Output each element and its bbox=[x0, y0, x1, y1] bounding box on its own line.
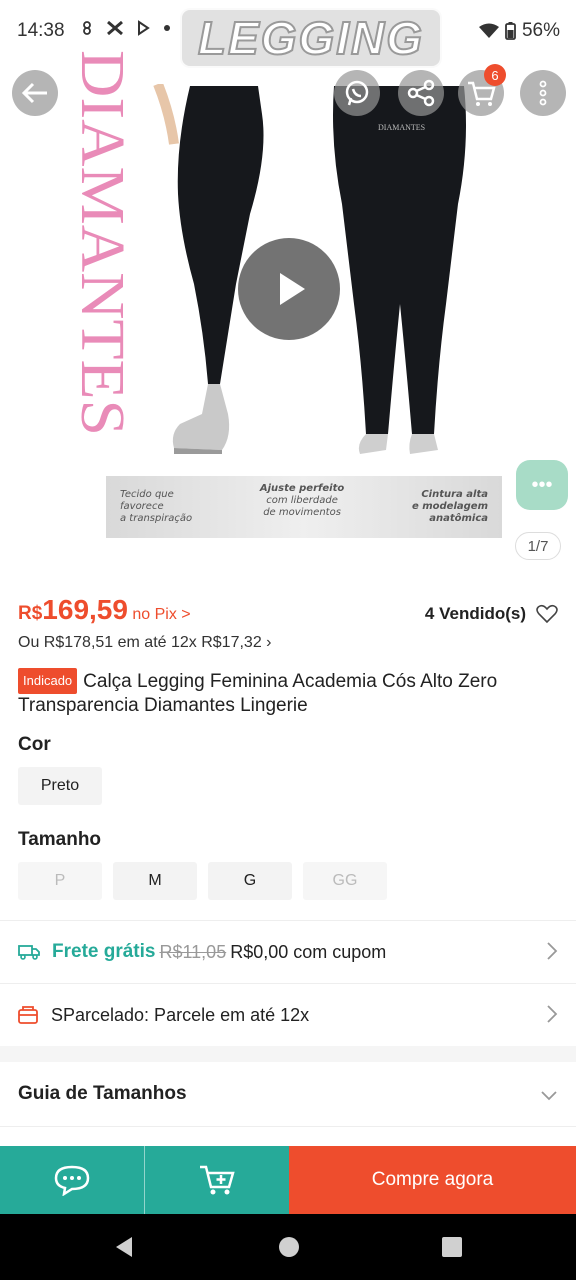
play-store-icon bbox=[138, 20, 150, 36]
sold-count: 4 Vendido(s) bbox=[425, 604, 558, 624]
color-option-preto[interactable]: Preto bbox=[18, 767, 102, 805]
free-shipping-label: Frete grátis bbox=[52, 941, 156, 962]
whatsapp-icon bbox=[345, 80, 369, 106]
battery-icon bbox=[505, 22, 516, 40]
chat-button[interactable] bbox=[0, 1146, 144, 1214]
add-cart-icon bbox=[200, 1165, 235, 1195]
more-vertical-icon bbox=[539, 80, 547, 106]
divider bbox=[0, 983, 576, 984]
back-arrow-icon bbox=[21, 82, 47, 104]
product-title-text: Calça Legging Feminina Academia Cós Alto… bbox=[18, 671, 498, 716]
nav-back-icon[interactable] bbox=[114, 1236, 134, 1258]
favorite-heart-icon[interactable] bbox=[536, 604, 558, 624]
app-notification-icon bbox=[107, 20, 123, 36]
divider bbox=[0, 920, 576, 921]
banner-right-line: anatômica bbox=[429, 513, 488, 524]
banner-right-line: Cintura alta bbox=[421, 489, 488, 500]
price-row: R$169,59 no Pix > 4 Vendido(s) bbox=[18, 594, 558, 630]
cart-count-badge: 6 bbox=[484, 64, 506, 86]
chevron-right-icon bbox=[547, 942, 558, 960]
buy-now-button[interactable]: Compre agora bbox=[289, 1146, 576, 1214]
installment-card-icon bbox=[18, 1006, 38, 1024]
back-waistband-text: DIAMANTES bbox=[378, 123, 425, 132]
notification-icon bbox=[83, 21, 91, 35]
size-guide-label: Guia de Tamanhos bbox=[18, 1083, 187, 1104]
more-dots-icon: ••• bbox=[531, 473, 553, 496]
brand-vertical-text: DIAMANTES bbox=[68, 50, 136, 436]
dot-icon bbox=[164, 25, 170, 31]
add-to-cart-button[interactable] bbox=[144, 1146, 289, 1214]
status-system-icons: 56% bbox=[478, 20, 560, 42]
banner-left-line: Tecido que bbox=[120, 489, 174, 500]
banner-right-line: e modelagem bbox=[411, 501, 488, 512]
bottom-action-bar: Compre agora bbox=[0, 1146, 576, 1214]
pix-price-link[interactable]: no Pix > bbox=[132, 606, 190, 623]
more-options-button[interactable] bbox=[520, 70, 566, 116]
divider bbox=[0, 1126, 576, 1127]
chat-icon bbox=[54, 1165, 90, 1196]
sold-count-text: 4 Vendido(s) bbox=[424, 604, 526, 623]
status-notification-icons bbox=[80, 20, 172, 36]
back-button[interactable] bbox=[12, 70, 58, 116]
play-icon bbox=[280, 273, 305, 305]
price-value: 169,59 bbox=[42, 594, 128, 625]
color-label: Cor bbox=[18, 734, 51, 755]
legging-watermark: LEGGING bbox=[180, 8, 442, 68]
nav-home-icon[interactable] bbox=[278, 1236, 300, 1258]
play-video-button[interactable] bbox=[238, 238, 340, 340]
sparcelado-text: SParcelado: Parcele em até 12x bbox=[51, 1004, 310, 1025]
banner-left: Tecido que favorece a transpiração bbox=[120, 489, 192, 525]
feature-banner: Tecido que favorece a transpiração Ajust… bbox=[106, 476, 502, 538]
installment-info[interactable]: Ou R$178,51 em até 12x R$17,32 › bbox=[18, 634, 272, 652]
banner-left-line: favorece bbox=[120, 501, 164, 512]
banner-middle: Ajuste perfeito com liberdade de movimen… bbox=[260, 483, 344, 519]
system-nav-bar bbox=[0, 1214, 576, 1280]
image-page-indicator: 1/7 bbox=[515, 532, 561, 560]
floating-chat-button[interactable]: ••• bbox=[516, 460, 568, 510]
size-option-p[interactable]: P bbox=[18, 862, 102, 900]
chevron-down-icon bbox=[541, 1091, 557, 1101]
legging-back-image: DIAMANTES bbox=[333, 86, 466, 454]
nav-recents-icon[interactable] bbox=[441, 1236, 463, 1258]
share-icon bbox=[407, 79, 435, 107]
size-option-g[interactable]: G bbox=[208, 862, 292, 900]
product-title: Indicado Calça Legging Feminina Academia … bbox=[18, 668, 558, 718]
banner-middle-line: com liberdade bbox=[266, 495, 338, 506]
status-time: 14:38 bbox=[17, 20, 65, 41]
recommended-tag: Indicado bbox=[18, 668, 78, 694]
section-gap bbox=[0, 1046, 576, 1062]
banner-middle-line: Ajuste perfeito bbox=[259, 483, 345, 494]
size-label: Tamanho bbox=[18, 829, 102, 850]
shipping-row[interactable]: Frete grátis R$11,05 R$0,00 com cupom bbox=[0, 922, 576, 982]
size-option-m[interactable]: M bbox=[113, 862, 197, 900]
status-bar: 14:38 LEGGING 56% bbox=[0, 0, 576, 68]
shipping-old-price: R$11,05 bbox=[159, 941, 227, 962]
watermark-text: LEGGING bbox=[197, 11, 425, 65]
chevron-right-icon bbox=[547, 1005, 558, 1023]
brand-vertical-logo: DIAMANTES bbox=[68, 50, 136, 436]
banner-right: Cintura alta e modelagem anatômica bbox=[412, 489, 488, 525]
price-currency: R$ bbox=[18, 603, 43, 624]
shipping-new-price: R$0,00 com cupom bbox=[230, 941, 387, 962]
banner-left-line: a transpiração bbox=[120, 513, 193, 524]
wifi-icon bbox=[478, 23, 499, 38]
truck-icon bbox=[18, 945, 40, 960]
whatsapp-share-button[interactable] bbox=[334, 70, 380, 116]
size-guide-row[interactable]: Guia de Tamanhos bbox=[0, 1064, 576, 1124]
sparcelado-row[interactable]: SParcelado: Parcele em até 12x bbox=[0, 985, 576, 1045]
size-option-gg[interactable]: GG bbox=[303, 862, 387, 900]
battery-percent: 56% bbox=[521, 20, 560, 41]
banner-middle-line: de movimentos bbox=[263, 507, 341, 518]
share-button[interactable] bbox=[398, 70, 444, 116]
cart-button[interactable]: 6 bbox=[458, 64, 506, 116]
